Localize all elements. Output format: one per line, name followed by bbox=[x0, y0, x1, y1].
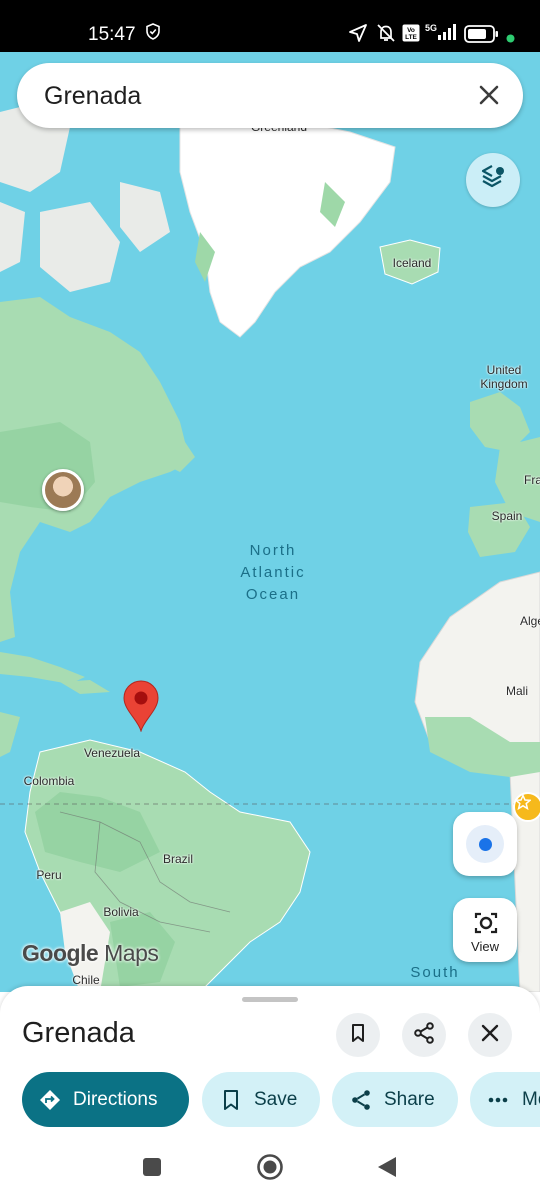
status-time: 15:47 bbox=[88, 24, 136, 45]
close-icon bbox=[480, 1023, 500, 1048]
signal-5g-icon: 5G bbox=[424, 22, 460, 47]
bookmark-icon bbox=[348, 1023, 368, 1048]
logo-google-text: Google bbox=[22, 940, 99, 966]
google-maps-logo: Google Maps bbox=[22, 940, 159, 967]
active-dot-icon bbox=[506, 30, 515, 48]
view-button[interactable]: View bbox=[453, 898, 517, 962]
mute-bell-icon bbox=[375, 23, 397, 48]
my-location-button[interactable] bbox=[453, 812, 517, 876]
directions-label: Directions bbox=[73, 1088, 158, 1110]
directions-button[interactable]: Directions bbox=[22, 1072, 189, 1127]
recents-square-icon[interactable] bbox=[142, 1157, 162, 1182]
saved-star-icon[interactable] bbox=[513, 792, 540, 822]
label-spain: Spain bbox=[491, 509, 523, 523]
label-france: Fra bbox=[524, 473, 540, 487]
close-sheet-button[interactable] bbox=[468, 1013, 512, 1057]
battery-icon bbox=[464, 25, 500, 48]
close-icon[interactable] bbox=[473, 79, 505, 111]
status-bar: 15:47 Vo LTE 5G bbox=[0, 0, 540, 52]
label-united-kingdom: United Kingdom bbox=[480, 363, 528, 391]
screen: 15:47 Vo LTE 5G Iceland United Kingdom F… bbox=[0, 0, 540, 1199]
label-chile: Chile bbox=[72, 973, 100, 987]
label-brazil: Brazil bbox=[162, 852, 193, 866]
layers-button[interactable] bbox=[466, 153, 520, 207]
svg-text:5G: 5G bbox=[425, 23, 437, 33]
directions-icon bbox=[39, 1089, 61, 1111]
label-ocean-atlantic: Atlantic bbox=[240, 564, 306, 581]
label-ocean-south: South bbox=[410, 964, 460, 981]
logo-maps-text: Maps bbox=[104, 940, 159, 966]
bookmark-icon bbox=[222, 1089, 240, 1111]
svg-text:LTE: LTE bbox=[405, 34, 417, 41]
more-button[interactable]: Mo bbox=[470, 1072, 540, 1127]
layers-icon bbox=[479, 164, 507, 197]
bookmark-button[interactable] bbox=[336, 1013, 380, 1057]
search-query[interactable]: Grenada bbox=[44, 82, 141, 111]
search-bar[interactable]: Grenada bbox=[17, 63, 523, 128]
share-icon bbox=[413, 1021, 435, 1049]
drag-handle[interactable] bbox=[242, 997, 298, 1002]
home-circle-icon[interactable] bbox=[256, 1153, 284, 1186]
share-icon bbox=[350, 1089, 372, 1111]
location-pin-icon[interactable] bbox=[122, 680, 160, 732]
shield-icon bbox=[146, 23, 160, 45]
save-button[interactable]: Save bbox=[202, 1072, 320, 1127]
user-avatar[interactable] bbox=[42, 469, 84, 511]
share-icon-button[interactable] bbox=[402, 1013, 446, 1057]
place-title: Grenada bbox=[22, 1017, 135, 1049]
label-mali: Mali bbox=[505, 684, 528, 698]
system-nav-bar bbox=[0, 1140, 540, 1199]
share-button[interactable]: Share bbox=[332, 1072, 458, 1127]
volte-icon: Vo LTE bbox=[402, 24, 420, 47]
share-label: Share bbox=[384, 1088, 435, 1110]
back-triangle-icon[interactable] bbox=[376, 1155, 398, 1184]
label-iceland: Iceland bbox=[392, 256, 432, 270]
label-venezuela: Venezuela bbox=[83, 746, 141, 760]
label-peru: Peru bbox=[36, 868, 62, 882]
label-bolivia: Bolivia bbox=[103, 905, 139, 919]
more-dots-icon bbox=[488, 1097, 508, 1103]
view-label: View bbox=[471, 939, 499, 954]
camera-scan-icon bbox=[473, 910, 499, 941]
location-dot-icon bbox=[479, 838, 492, 851]
navigation-arrow-icon bbox=[348, 23, 368, 48]
save-label: Save bbox=[254, 1088, 298, 1110]
label-ocean-ocean: Ocean bbox=[245, 586, 301, 603]
label-colombia: Colombia bbox=[23, 774, 75, 788]
more-label: Mo bbox=[522, 1088, 540, 1110]
label-ocean-north: North bbox=[249, 542, 297, 559]
label-algeria: Alge bbox=[520, 614, 540, 628]
svg-text:Vo: Vo bbox=[407, 27, 415, 34]
